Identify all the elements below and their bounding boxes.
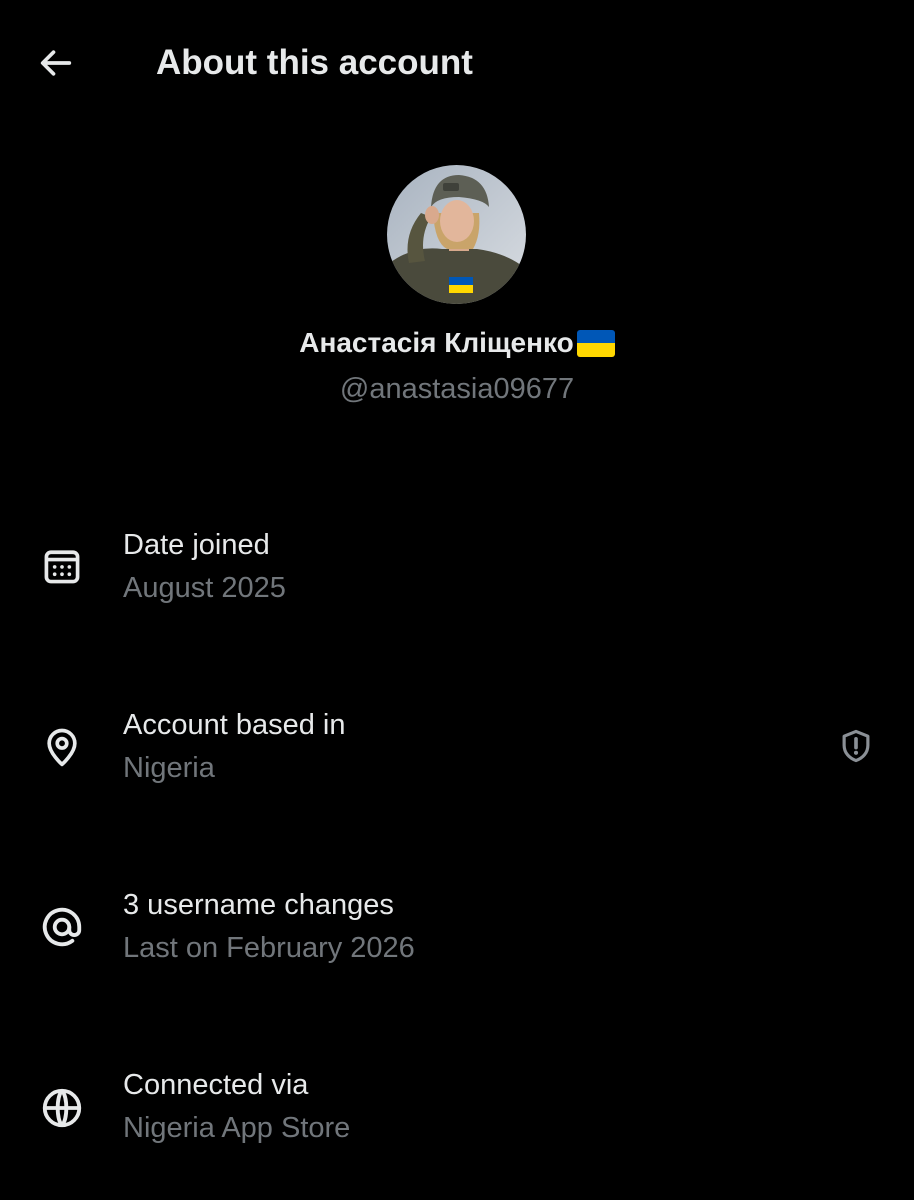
username-handle: @anastasia09677 (339, 373, 575, 405)
date-joined-text: Date joined August 2025 (123, 525, 286, 608)
display-name-row: Анастасія Кліщенко (0, 322, 914, 364)
back-button[interactable] (28, 38, 84, 88)
account-based-in-text: Account based in Nigeria (123, 705, 345, 788)
row-label: Account based in (123, 709, 346, 741)
globe-icon (38, 1084, 86, 1132)
top-app-bar: About this account (0, 0, 914, 126)
date-joined-row: Date joined August 2025 (0, 520, 914, 632)
connected-via-text: Connected via Nigeria App Store (123, 1065, 350, 1148)
flag-ukraine-emoji (576, 329, 615, 357)
row-value: Nigeria App Store (123, 1112, 351, 1144)
row-value: Last on February 2026 (123, 932, 415, 964)
avatar[interactable] (387, 165, 526, 304)
row-label: Connected via (123, 1069, 309, 1101)
display-name: Анастасія Кліщенко (299, 327, 574, 358)
row-label: 3 username changes (123, 889, 394, 921)
username-changes-text: 3 username changes Last on February 2026 (123, 885, 415, 968)
arrow-left-icon (40, 50, 72, 76)
page-title: About this account (156, 43, 473, 82)
row-value: August 2025 (123, 572, 286, 604)
at-sign-icon (38, 903, 86, 951)
location-pin-icon (38, 723, 86, 771)
username-changes-row: 3 username changes Last on February 2026 (0, 880, 914, 992)
connected-via-row: Connected via Nigeria App Store (0, 1060, 914, 1172)
account-based-in-row: Account based in Nigeria (0, 700, 914, 812)
row-label: Date joined (123, 529, 270, 561)
shield-alert-icon[interactable] (832, 722, 880, 770)
calendar-icon (38, 542, 86, 590)
row-value: Nigeria (123, 752, 215, 784)
profile-photo (387, 165, 526, 304)
